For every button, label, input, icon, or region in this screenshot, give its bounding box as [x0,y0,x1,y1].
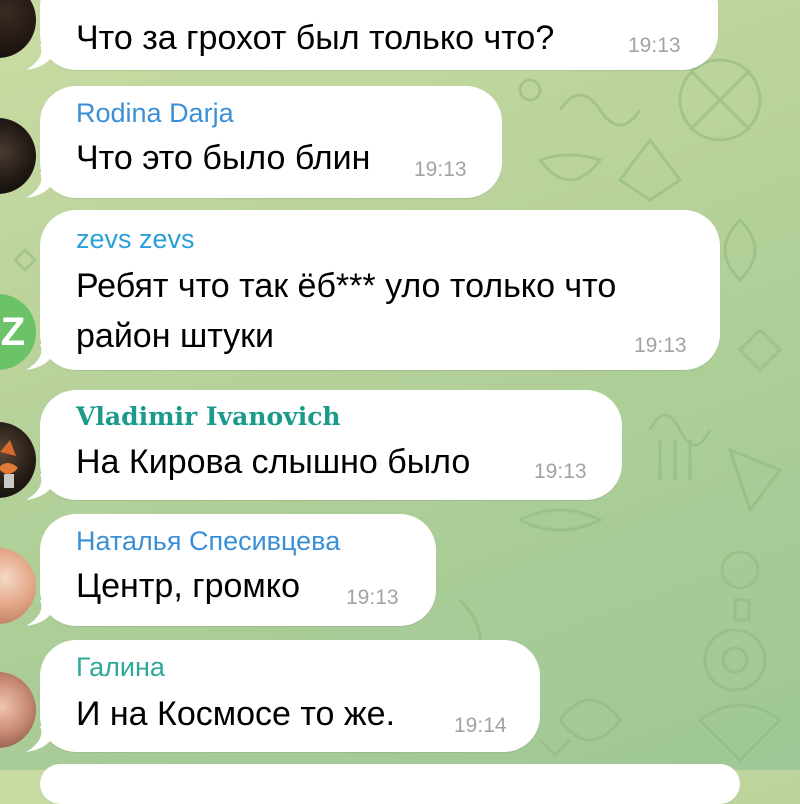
message-bubble-partial[interactable] [40,764,740,804]
message-time: 19:13 [346,586,399,609]
message-time: 19:13 [634,334,687,357]
message-text: На Кирова слышно было [76,443,471,481]
message-bubble[interactable]: Наталья Спесивцева Центр, громко 19:13 [26,514,436,626]
sender-name[interactable]: Rodina Darja [76,98,234,129]
bubble-tail [26,726,56,752]
message-text: Центр, громко [76,567,300,605]
sender-name[interactable]: Галина [76,652,165,683]
message-text-line-2: район штуки [76,317,275,355]
sender-name[interactable]: zevs zevs [76,224,195,255]
message-bubble[interactable]: zevs zevs Ребят что так ёб*** уло только… [26,210,720,370]
message-text: И на Космосе то же. [76,695,396,733]
message-text: Что за грохот был только что? [76,19,555,57]
message-time: 19:14 [454,714,507,737]
message-bubble[interactable]: Rodina Darja Что это было блин 19:13 [26,86,502,198]
message-text-line-1: Ребят что так ёб*** уло только что [76,267,617,305]
bubble-tail [26,44,56,70]
message-time: 19:13 [628,34,681,57]
message-bubble[interactable]: Что за грохот был только что? 19:13 [26,0,718,70]
message-text: Что это было блин [76,139,371,177]
bubble-tail [26,172,56,198]
message-time: 19:13 [414,158,467,181]
bubble-tail [26,344,56,370]
message-bubble[interactable]: Галина И на Космосе то же. 19:14 [26,640,540,752]
message-time: 19:13 [534,460,587,483]
sender-name[interactable]: Наталья Спесивцева [76,526,340,557]
bubble-tail [26,600,56,626]
avatar-initial: Z [0,309,26,354]
message-bubble[interactable]: Vladimir Ivanovich На Кирова слышно было… [26,390,622,500]
bubble-tail [26,474,56,500]
sender-name[interactable]: Vladimir Ivanovich [76,402,341,431]
